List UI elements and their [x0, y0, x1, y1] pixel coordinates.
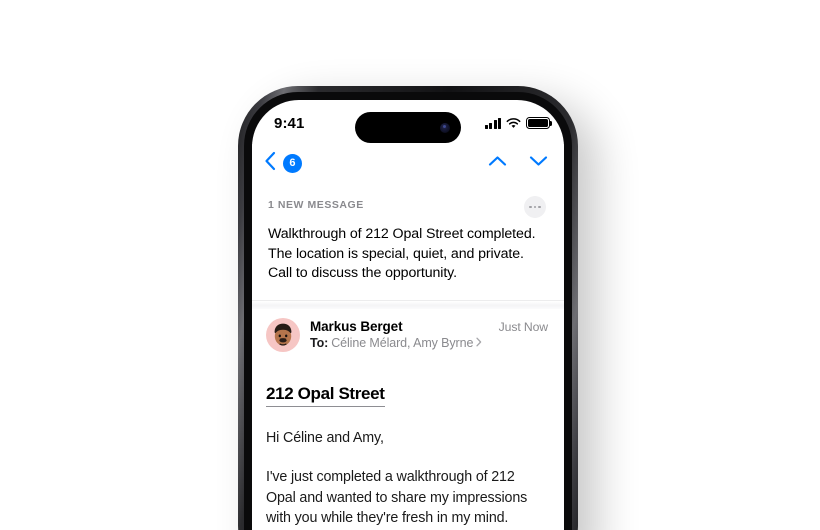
screenshot-canvas: 9:41 6 1 NEW MESSAGE Walkthrough of 212 …	[0, 0, 820, 530]
dynamic-island	[355, 112, 461, 143]
recipients-row[interactable]: To: Céline Mélard, Amy Byrne	[310, 336, 499, 350]
sender-row[interactable]: Markus Berget To: Céline Mélard, Amy Byr…	[252, 308, 564, 362]
battery-full-icon	[526, 117, 553, 129]
ellipsis-icon[interactable]	[524, 196, 546, 218]
chevron-left-icon[interactable]	[264, 151, 276, 176]
cellular-signal-icon	[484, 117, 501, 129]
sender-details: Markus Berget To: Céline Mélard, Amy Byr…	[310, 319, 499, 350]
wifi-icon	[506, 117, 521, 129]
sender-name: Markus Berget	[310, 319, 403, 334]
status-bar-time: 9:41	[274, 114, 305, 132]
navigation-bar: 6	[252, 144, 564, 182]
recipients-list: Céline Mélard, Amy Byrne	[331, 336, 474, 350]
summary-label: 1 NEW MESSAGE	[268, 199, 364, 211]
message-subject: 212 Opal Street	[266, 384, 385, 407]
message-summary-section: 1 NEW MESSAGE Walkthrough of 212 Opal St…	[252, 182, 564, 300]
iphone-device-frame: 9:41 6 1 NEW MESSAGE Walkthrough of 212 …	[238, 86, 578, 530]
memoji-avatar	[266, 317, 300, 352]
summary-header: 1 NEW MESSAGE	[268, 196, 546, 218]
front-camera-icon	[440, 122, 450, 133]
chevron-down-icon[interactable]	[529, 154, 548, 172]
chevron-up-icon[interactable]	[488, 154, 507, 172]
to-label: To:	[310, 336, 329, 350]
message-body: 212 Opal Street Hi Céline and Amy, I've …	[252, 362, 564, 530]
message-paging-controls	[488, 154, 548, 172]
message-timestamp: Just Now	[498, 319, 548, 334]
summary-text: Walkthrough of 212 Opal Street completed…	[268, 226, 536, 281]
summary-divider-band	[252, 299, 564, 309]
status-bar-indicators	[484, 117, 553, 129]
status-bar: 9:41	[252, 100, 564, 144]
chevron-right-icon[interactable]	[476, 336, 482, 350]
phone-screen: 9:41 6 1 NEW MESSAGE Walkthrough of 212 …	[252, 100, 564, 530]
unread-count-badge[interactable]: 6	[283, 153, 302, 173]
back-control-group[interactable]: 6	[264, 151, 302, 176]
message-greeting: Hi Céline and Amy,	[266, 430, 384, 446]
message-paragraph: I've just completed a walkthrough of 212…	[266, 469, 528, 527]
